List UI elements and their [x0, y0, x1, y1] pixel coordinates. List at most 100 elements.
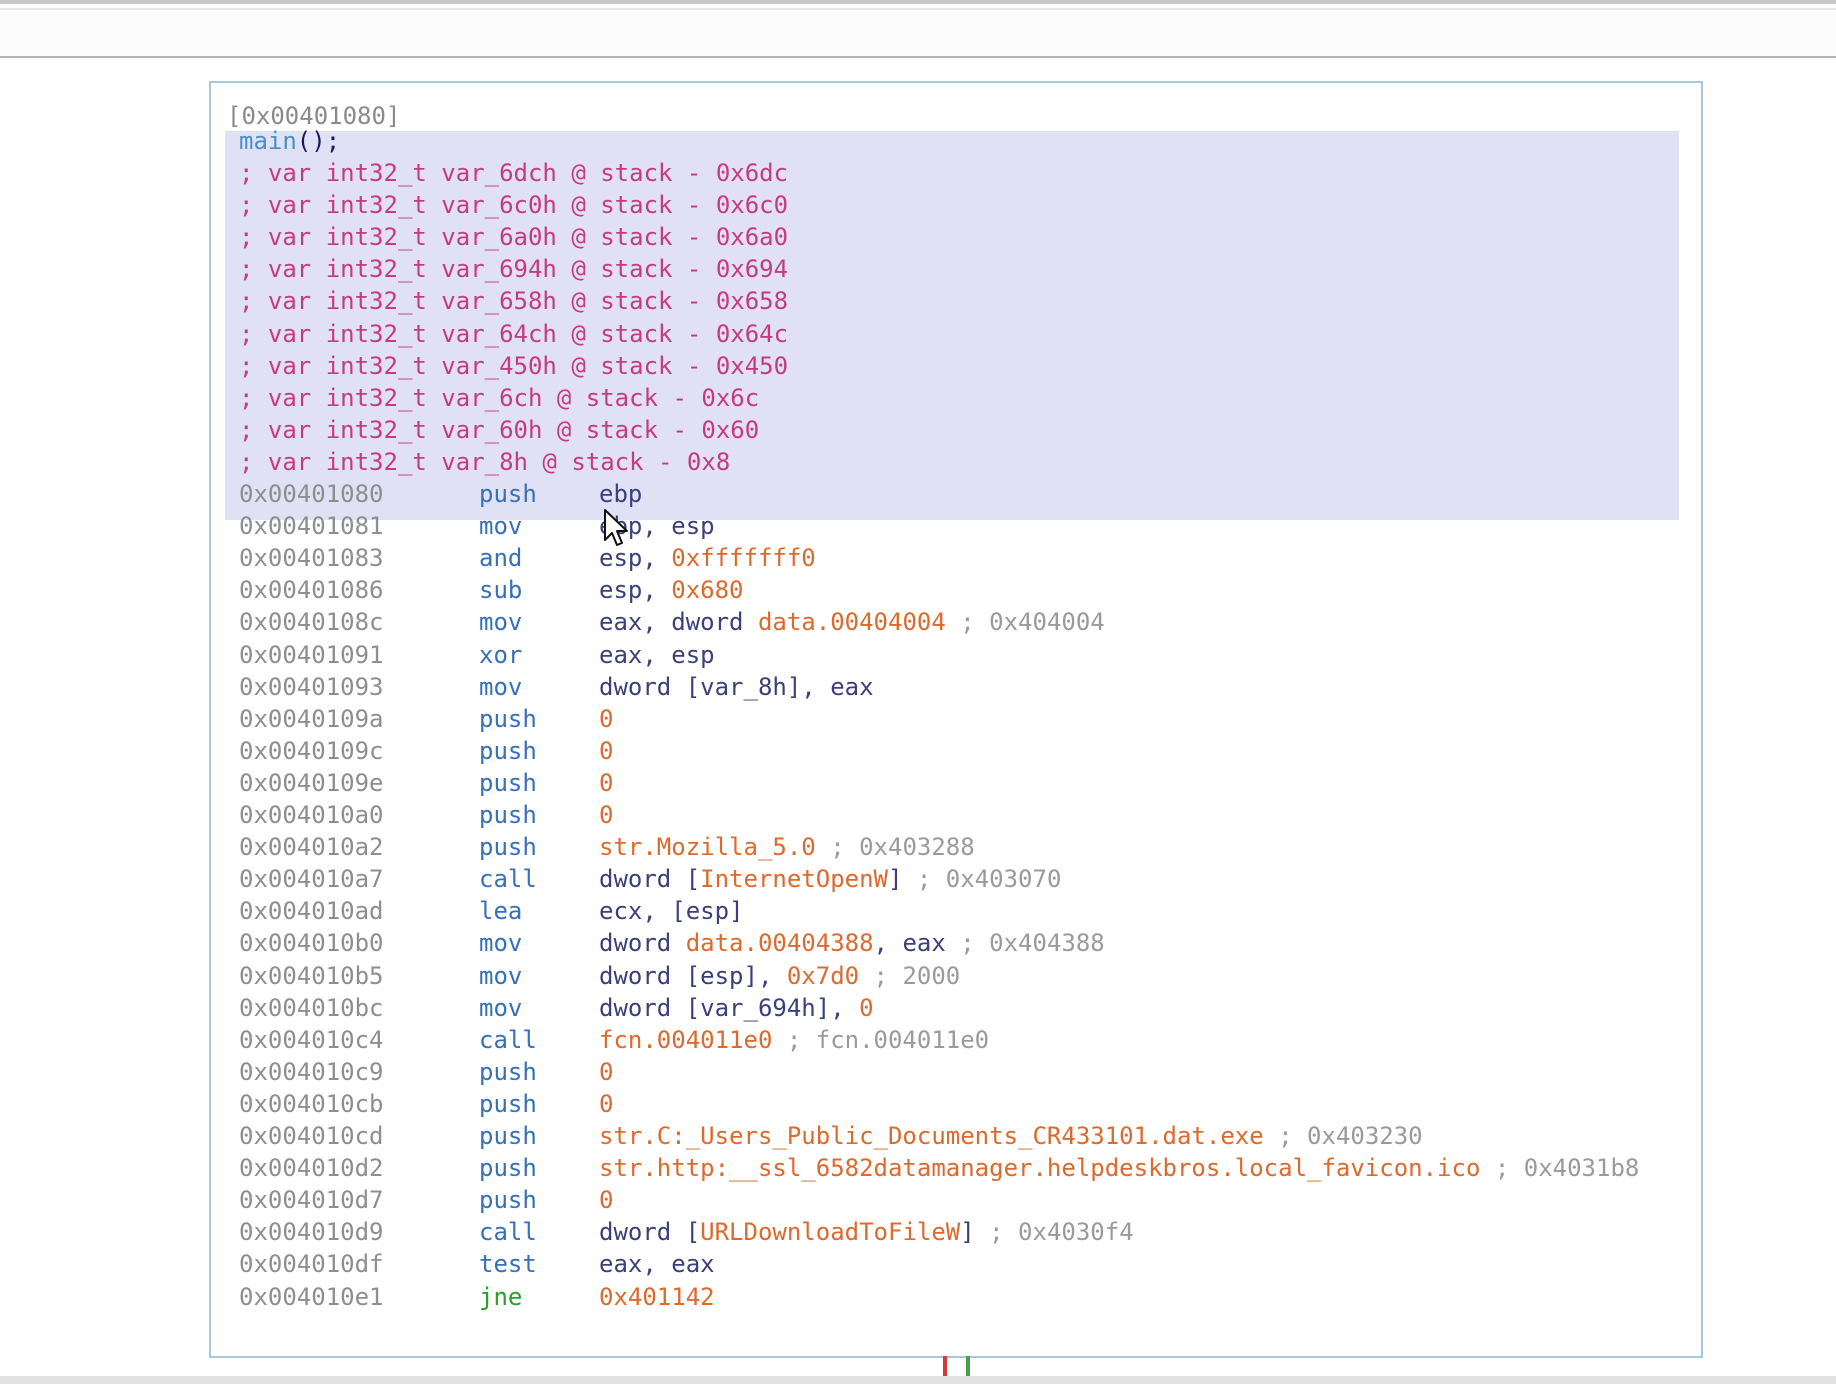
instruction-row[interactable]: 0x004010a0 push 0 [239, 799, 613, 831]
operand-reference[interactable]: str.Mozilla_5.0 [599, 833, 816, 861]
instruction-mnemonic: call [479, 1218, 537, 1247]
operand-reference[interactable]: URLDownloadToFileW [700, 1218, 960, 1246]
instruction-row[interactable]: 0x004010df test eax, eax [239, 1248, 715, 1280]
instruction-row[interactable]: 0x004010ad lea ecx, [esp] [239, 895, 744, 927]
instruction-address[interactable]: 0x004010cb [239, 1088, 479, 1120]
operand-reference[interactable]: str.C:_Users_Public_Documents_CR433101.d… [599, 1122, 1264, 1150]
operand-reference[interactable]: fcn.004011e0 [599, 1026, 772, 1054]
variable-declaration: ; var int32_t var_8h @ stack - 0x8 [239, 447, 731, 476]
operand-constant: 0x401142 [599, 1282, 715, 1311]
instruction-address[interactable]: 0x004010c4 [239, 1024, 479, 1056]
mouse-pointer-icon [604, 509, 628, 546]
instruction-row[interactable]: 0x004010b0 mov dword data.00404388, eax ; … [239, 927, 1105, 959]
instruction-address[interactable]: 0x004010c9 [239, 1056, 479, 1088]
function-name[interactable]: main [239, 127, 297, 155]
bottom-status-strip [0, 1376, 1836, 1384]
instruction-row[interactable]: 0x004010a7 call dword [InternetOpenW] ; 0x… [239, 863, 1061, 895]
instruction-row[interactable]: 0x004010b5 mov dword [esp], 0x7d0 ; 2000 [239, 960, 960, 992]
instruction-mnemonic: push [479, 1154, 537, 1183]
instruction-address[interactable]: 0x00401086 [239, 574, 479, 606]
operand-constant: 0 [599, 736, 614, 765]
instruction-address[interactable]: 0x004010cd [239, 1120, 479, 1152]
instruction-address[interactable]: 0x004010bc [239, 992, 479, 1024]
operand-constant: 0 [599, 704, 614, 733]
instruction-mnemonic: push [479, 736, 537, 765]
instruction-mnemonic: push [479, 1186, 537, 1215]
instruction-mnemonic: call [479, 865, 537, 894]
variable-declaration: ; var int32_t var_60h @ stack - 0x60 [239, 415, 760, 444]
instruction-address[interactable]: 0x004010b0 [239, 927, 479, 959]
instruction-row[interactable]: 0x004010c9 push 0 [239, 1056, 613, 1088]
instruction-address[interactable]: 0x004010df [239, 1248, 479, 1280]
instruction-address[interactable]: 0x00401083 [239, 542, 479, 574]
operand-reference[interactable]: InternetOpenW [700, 865, 888, 893]
instruction-row[interactable]: 0x004010d9 call dword [URLDownloadToFileW]… [239, 1216, 1134, 1248]
operand-comment: ; 0x403230 [1263, 1122, 1423, 1150]
operand-text: ] [888, 865, 903, 894]
instruction-row[interactable]: 0x004010a2 push str.Mozilla_5.0 ; 0x403288 [239, 831, 975, 863]
instruction-address[interactable]: 0x004010d9 [239, 1216, 479, 1248]
instruction-mnemonic: push [479, 768, 537, 797]
instruction-address[interactable]: 0x004010ad [239, 895, 479, 927]
operand-constant: 0x7d0 [786, 961, 860, 990]
instruction-mnemonic: xor [479, 640, 523, 669]
variable-declaration: ; var int32_t var_6ch @ stack - 0x6c [239, 383, 760, 412]
instruction-row[interactable]: 0x0040108c mov eax, dword data.00404004 ; … [239, 606, 1105, 638]
instruction-row[interactable]: 0x0040109a push 0 [239, 703, 613, 735]
instruction-address[interactable]: 0x004010a2 [239, 831, 479, 863]
operand-reference[interactable]: data.00404388 [686, 929, 874, 957]
operand-text: , eax [873, 929, 946, 958]
instruction-row[interactable]: 0x00401091 xor eax, esp [239, 639, 715, 671]
instruction-mnemonic: push [479, 1057, 537, 1086]
instruction-address[interactable]: 0x004010a0 [239, 799, 479, 831]
operand-comment: ; 0x4030f4 [974, 1218, 1134, 1247]
instruction-row[interactable]: 0x00401086 sub esp, 0x680 [239, 574, 744, 606]
instruction-row[interactable]: 0x0040109e push 0 [239, 767, 613, 799]
function-header[interactable]: main(); [239, 125, 340, 157]
variable-declaration: ; var int32_t var_6c0h @ stack - 0x6c0 [239, 191, 789, 220]
operand-reference[interactable]: str.http:__ssl_6582datamanager.helpdeskb… [599, 1154, 1480, 1182]
instruction-address[interactable]: 0x004010d7 [239, 1184, 479, 1216]
instruction-address[interactable]: 0x0040109c [239, 735, 479, 767]
instruction-row[interactable]: 0x004010e1 jne 0x401142 [239, 1281, 715, 1313]
instruction-mnemonic: mov [479, 993, 523, 1022]
instruction-row[interactable]: 0x00401081 mov ebp, esp [239, 510, 715, 542]
scroll-marker-red [943, 1356, 947, 1378]
operand-reference[interactable]: data.00404004 [758, 608, 946, 636]
variable-declaration: ; var int32_t var_450h @ stack - 0x450 [239, 351, 789, 380]
instruction-address[interactable]: 0x004010e1 [239, 1281, 479, 1313]
operand-constant: 0 [599, 801, 614, 829]
instruction-row[interactable]: 0x004010d7 push 0 [239, 1184, 613, 1216]
instruction-row[interactable]: 0x004010bc mov dword [var_694h], 0 [239, 992, 874, 1024]
operand-constant: 0x680 [671, 576, 744, 605]
operand-text: eax, esp [599, 640, 715, 669]
instruction-mnemonic: mov [479, 961, 523, 990]
instruction-mnemonic: mov [479, 608, 523, 637]
instruction-address[interactable]: 0x0040109e [239, 767, 479, 799]
instruction-row[interactable]: 0x004010c4 call fcn.004011e0 ; fcn.004011e… [239, 1024, 989, 1056]
instruction-row[interactable]: 0x00401083 and esp, 0xfffffff0 [239, 542, 816, 574]
instruction-address[interactable]: 0x004010a7 [239, 863, 479, 895]
instruction-address[interactable]: 0x004010d2 [239, 1152, 479, 1184]
instruction-address[interactable]: 0x00401091 [239, 639, 479, 671]
operand-constant: 0 [599, 1089, 614, 1118]
variable-declaration: ; var int32_t var_658h @ stack - 0x658 [239, 287, 789, 316]
instruction-row[interactable]: 0x00401093 mov dword [var_8h], eax [239, 671, 874, 703]
instruction-row[interactable]: 0x004010cd push str.C:_Users_Public_Docume… [239, 1120, 1423, 1152]
instruction-mnemonic: and [479, 544, 523, 573]
graph-node-main[interactable]: [0x00401080] main(); ; var int32_t var_6… [209, 81, 1703, 1358]
instruction-address[interactable]: 0x00401081 [239, 510, 479, 542]
instruction-address[interactable]: 0x00401093 [239, 671, 479, 703]
instruction-address[interactable]: 0x0040109a [239, 703, 479, 735]
instruction-address[interactable]: 0x004010b5 [239, 960, 479, 992]
instruction-row[interactable]: 0x0040109c push 0 [239, 735, 613, 767]
instruction-row[interactable]: 0x004010d2 push str.http:__ssl_6582dataman… [239, 1152, 1639, 1184]
variable-declaration: ; var int32_t var_6a0h @ stack - 0x6a0 [239, 223, 789, 252]
instruction-row[interactable]: 0x00401080 push ebp [239, 478, 642, 510]
instruction-mnemonic: push [479, 1089, 537, 1118]
instruction-address[interactable]: 0x0040108c [239, 606, 479, 638]
instruction-address[interactable]: 0x00401080 [239, 478, 479, 510]
instruction-mnemonic: push [479, 480, 537, 508]
instruction-row[interactable]: 0x004010cb push 0 [239, 1088, 613, 1120]
operand-text: esp, [599, 544, 672, 573]
